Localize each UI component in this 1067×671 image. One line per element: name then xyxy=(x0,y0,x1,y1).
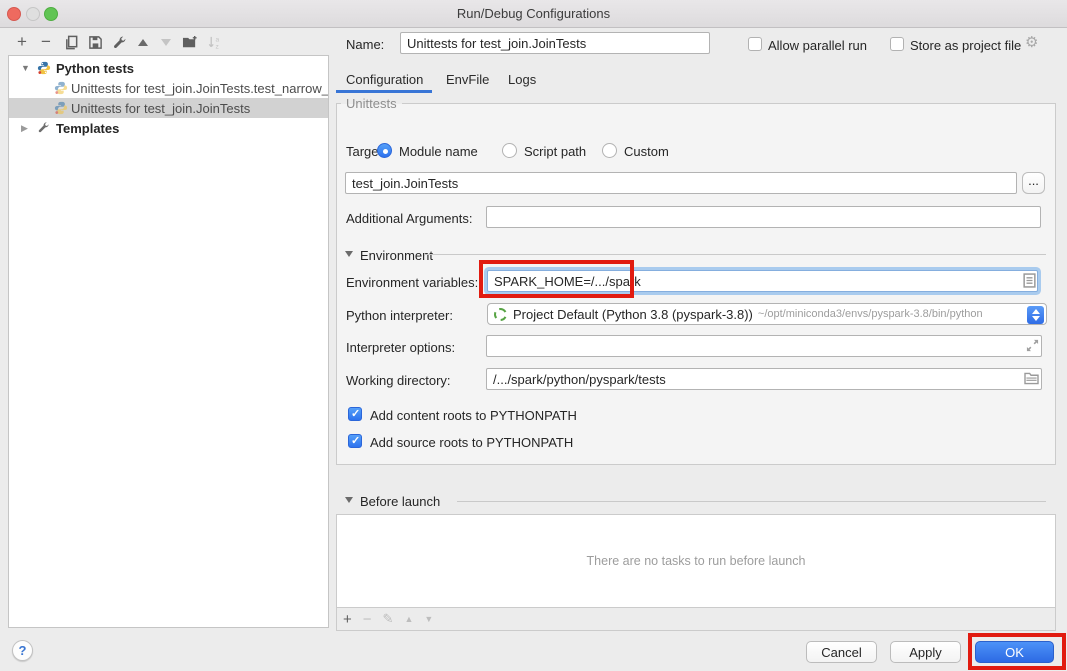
environment-variables-label: Environment variables: xyxy=(346,275,478,290)
name-label: Name: xyxy=(346,37,384,52)
before-launch-panel: There are no tasks to run before launch … xyxy=(336,514,1056,631)
interpreter-options-label: Interpreter options: xyxy=(346,340,455,355)
templates-wrench-icon xyxy=(37,121,51,135)
svg-text:a: a xyxy=(215,36,219,43)
additional-arguments-input[interactable] xyxy=(486,206,1041,228)
browse-variables-icon[interactable] xyxy=(1023,273,1036,288)
expand-field-icon[interactable] xyxy=(1026,339,1039,352)
add-task-icon[interactable]: + xyxy=(343,611,352,628)
gear-icon[interactable]: ⚙ xyxy=(1025,33,1038,51)
edit-templates-icon[interactable] xyxy=(110,33,128,51)
sort-alphabetically-icon[interactable]: az xyxy=(205,33,223,51)
folder-icon[interactable] xyxy=(1024,372,1039,385)
store-as-project-file-checkbox[interactable] xyxy=(890,37,904,51)
new-folder-icon[interactable] xyxy=(181,33,199,51)
tree-item-python-tests[interactable]: ▼ Python tests xyxy=(9,58,328,78)
help-button[interactable]: ? xyxy=(12,640,33,661)
name-input[interactable] xyxy=(400,32,710,54)
before-launch-section-label: Before launch xyxy=(360,494,440,509)
working-directory-label: Working directory: xyxy=(346,373,451,388)
active-tab-underline xyxy=(336,90,432,93)
apply-button[interactable]: Apply xyxy=(890,641,961,663)
radio-custom[interactable] xyxy=(602,143,617,158)
chevron-right-icon[interactable]: ▶ xyxy=(21,123,28,134)
before-launch-section-line xyxy=(457,501,1046,502)
python-test-icon xyxy=(54,81,68,95)
radio-module-name[interactable] xyxy=(377,143,392,158)
store-as-project-file-label: Store as project file xyxy=(910,38,1021,53)
radio-module-name-label: Module name xyxy=(399,144,478,159)
add-source-roots-checkbox[interactable] xyxy=(348,434,362,448)
python-interpreter-value: Project Default (Python 3.8 (pyspark-3.8… xyxy=(513,307,753,322)
python-tests-icon xyxy=(37,61,51,75)
environment-collapse-icon[interactable] xyxy=(345,251,353,257)
module-name-input[interactable] xyxy=(345,172,1017,194)
conda-environment-icon xyxy=(494,308,507,321)
interpreter-options-input[interactable] xyxy=(486,335,1042,357)
tab-configuration[interactable]: Configuration xyxy=(346,72,423,87)
browse-module-button[interactable]: ... xyxy=(1022,172,1045,194)
edit-task-icon[interactable]: ✎ xyxy=(383,611,394,627)
tree-item-label: Python tests xyxy=(56,61,134,76)
radio-script-path[interactable] xyxy=(502,143,517,158)
ok-button[interactable]: OK xyxy=(975,641,1054,663)
add-content-roots-checkbox[interactable] xyxy=(348,407,362,421)
cancel-button[interactable]: Cancel xyxy=(806,641,877,663)
allow-parallel-run-checkbox[interactable] xyxy=(748,37,762,51)
radio-script-path-label: Script path xyxy=(524,144,586,159)
tree-item-unittests-test-narrow[interactable]: Unittests for test_join.JoinTests.test_n… xyxy=(9,78,328,98)
tree-item-label: Unittests for test_join.JoinTests xyxy=(71,101,250,116)
python-interpreter-label: Python interpreter: xyxy=(346,308,453,323)
title-bar: Run/Debug Configurations xyxy=(0,0,1067,28)
tree-item-unittests-jointests-selected[interactable]: Unittests for test_join.JoinTests xyxy=(9,98,328,118)
allow-parallel-run-label: Allow parallel run xyxy=(768,38,867,53)
move-task-up-icon[interactable]: ▲ xyxy=(404,614,413,624)
tab-logs[interactable]: Logs xyxy=(508,72,536,87)
add-source-roots-label: Add source roots to PYTHONPATH xyxy=(370,435,573,450)
tree-item-label: Templates xyxy=(56,121,119,136)
move-task-down-icon[interactable]: ▼ xyxy=(424,614,433,624)
remove-configuration-icon[interactable]: − xyxy=(37,33,55,51)
before-launch-task-list[interactable]: There are no tasks to run before launch xyxy=(337,515,1055,608)
unittests-group-title: Unittests xyxy=(341,96,402,111)
window-title: Run/Debug Configurations xyxy=(0,6,1067,21)
run-debug-configurations-dialog: Run/Debug Configurations + − az ▼ Python… xyxy=(0,0,1067,671)
move-down-icon[interactable] xyxy=(157,33,175,51)
before-launch-empty-text: There are no tasks to run before launch xyxy=(337,554,1055,568)
environment-variables-input[interactable] xyxy=(487,270,1038,292)
move-up-icon[interactable] xyxy=(134,33,152,51)
additional-arguments-label: Additional Arguments: xyxy=(346,211,472,226)
copy-configuration-icon[interactable] xyxy=(62,33,80,51)
tree-item-templates[interactable]: ▶ Templates xyxy=(9,118,328,138)
add-content-roots-label: Add content roots to PYTHONPATH xyxy=(370,408,577,423)
radio-custom-label: Custom xyxy=(624,144,669,159)
chevron-down-icon[interactable]: ▼ xyxy=(21,63,30,73)
configurations-tree: ▼ Python tests Unittests for test_join.J… xyxy=(8,55,329,628)
remove-task-icon[interactable]: − xyxy=(363,611,372,628)
tree-item-label: Unittests for test_join.JoinTests.test_n… xyxy=(71,81,328,96)
before-launch-collapse-icon[interactable] xyxy=(345,497,353,503)
svg-text:z: z xyxy=(215,43,218,49)
python-test-icon xyxy=(54,101,68,115)
python-interpreter-path: ~/opt/miniconda3/envs/pyspark-3.8/bin/py… xyxy=(758,308,983,320)
environment-section-label: Environment xyxy=(360,248,433,263)
before-launch-toolbar: + − ✎ ▲ ▼ xyxy=(337,608,1055,630)
save-configuration-icon[interactable] xyxy=(86,33,104,51)
python-interpreter-select[interactable]: Project Default (Python 3.8 (pyspark-3.8… xyxy=(487,303,1047,325)
tab-envfile[interactable]: EnvFile xyxy=(446,72,489,87)
working-directory-input[interactable] xyxy=(486,368,1042,390)
dropdown-stepper-icon[interactable] xyxy=(1027,306,1044,324)
environment-section-line xyxy=(424,254,1046,255)
add-configuration-icon[interactable]: + xyxy=(13,33,31,51)
